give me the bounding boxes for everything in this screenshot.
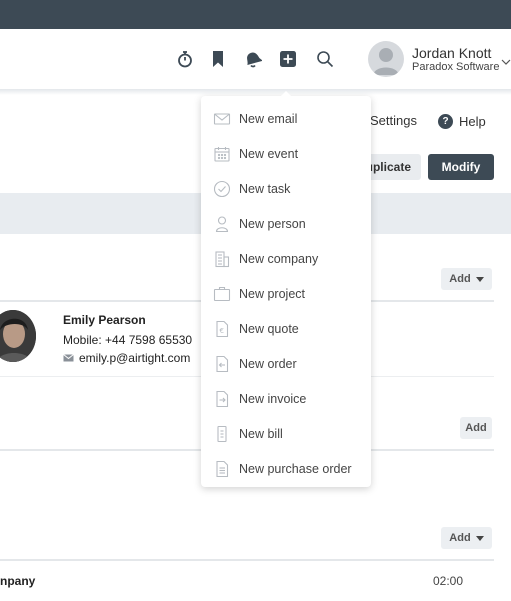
menu-item-new-person[interactable]: New person [201, 207, 371, 242]
menu-item-label: New email [239, 112, 298, 126]
divider [0, 559, 494, 561]
company-row-text[interactable]: npany [0, 574, 35, 588]
menu-item-new-invoice[interactable]: New invoice [201, 382, 371, 417]
add-label: Add [465, 422, 487, 434]
menu-item-new-task[interactable]: New task [201, 172, 371, 207]
avatar[interactable] [368, 41, 404, 77]
order-document-icon [216, 355, 229, 373]
user-name[interactable]: Jordan Knott [412, 45, 491, 61]
menu-item-new-email[interactable]: New email [201, 102, 371, 137]
menu-item-new-purchase-order[interactable]: New purchase order [201, 452, 371, 487]
quote-document-icon: € [216, 320, 229, 338]
menu-item-label: New quote [239, 322, 299, 336]
bell-icon[interactable] [243, 49, 263, 69]
search-icon[interactable] [315, 49, 335, 69]
contact-mobile: Mobile: +44 7598 65530 [63, 333, 193, 347]
menu-item-new-company[interactable]: New company [201, 242, 371, 277]
header-shadow [0, 89, 511, 95]
svg-text:€: € [220, 327, 224, 335]
caret-down-icon [475, 276, 484, 282]
chevron-down-icon[interactable] [501, 54, 511, 65]
calendar-icon [214, 147, 230, 162]
bookmark-icon[interactable] [208, 49, 228, 69]
menu-item-label: New project [239, 287, 305, 301]
menu-item-new-bill[interactable]: New bill [201, 417, 371, 452]
menu-item-label: New invoice [239, 392, 307, 406]
modify-button[interactable]: Modify [428, 154, 494, 180]
menu-item-label: New company [239, 252, 319, 266]
purchase-order-document-icon [216, 460, 229, 478]
menu-item-label: New bill [239, 427, 283, 441]
menu-item-new-order[interactable]: New order [201, 347, 371, 382]
contact-email[interactable]: emily.p@airtight.com [63, 351, 190, 365]
help-link[interactable]: ? Help [438, 112, 486, 130]
menu-item-new-project[interactable]: New project [201, 277, 371, 312]
settings-link[interactable]: Settings [370, 113, 417, 128]
add-label: Add [449, 532, 471, 544]
user-company: Paradox Software [412, 61, 500, 73]
add-button[interactable]: Add [460, 417, 492, 439]
menu-item-label: New event [239, 147, 299, 161]
stopwatch-icon[interactable] [175, 49, 195, 69]
contact-photo [0, 310, 36, 362]
menu-item-new-quote[interactable]: € New quote [201, 312, 371, 347]
help-icon: ? [438, 113, 453, 129]
add-icon[interactable] [278, 49, 298, 69]
briefcase-icon [213, 286, 231, 302]
add-menu-button[interactable]: Add [441, 527, 492, 549]
building-icon [215, 251, 230, 268]
check-circle-icon [213, 180, 231, 198]
contact-name[interactable]: Emily Pearson [63, 313, 146, 327]
dropdown-arrow [280, 91, 292, 97]
menu-item-label: New task [239, 182, 291, 196]
menu-item-label: New person [239, 217, 306, 231]
help-label: Help [459, 113, 486, 129]
envelope-icon [63, 354, 74, 362]
email-icon [213, 113, 231, 125]
add-label: Add [449, 273, 471, 285]
add-contact-button[interactable]: Add [441, 268, 492, 290]
menu-item-new-event[interactable]: New event [201, 137, 371, 172]
contact-email-text: emily.p@airtight.com [79, 351, 191, 365]
menu-item-label: New purchase order [239, 462, 352, 476]
menu-item-label: New order [239, 357, 297, 371]
top-bar [0, 0, 511, 29]
person-icon [215, 216, 229, 233]
time-value: 02:00 [433, 574, 464, 588]
invoice-document-icon [216, 390, 229, 408]
bill-document-icon [217, 425, 227, 443]
caret-down-icon [475, 535, 484, 541]
add-menu-dropdown: New email New event New task New person [201, 96, 371, 487]
